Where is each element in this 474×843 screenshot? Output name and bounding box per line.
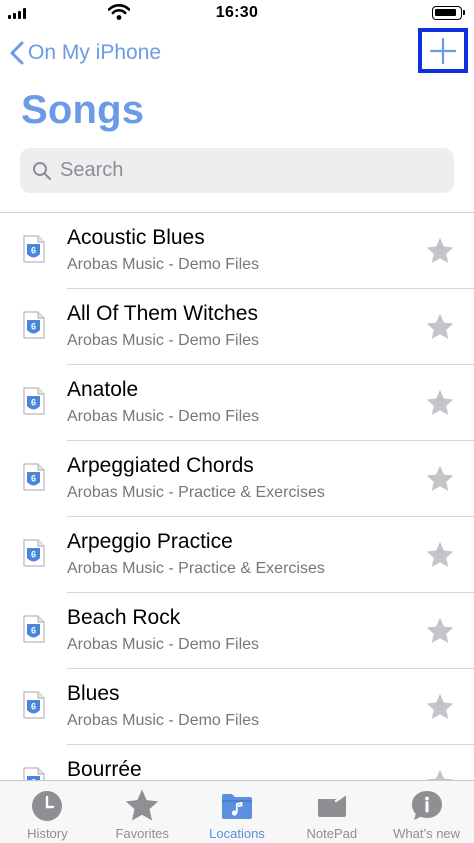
battery-icon [432,6,462,20]
guitar-pro-file-icon: 6 [23,235,45,263]
tab-label: What’s new [393,826,461,841]
song-row[interactable]: 6 Arpeggiated Chords Arobas Music - Prac… [0,441,474,517]
guitar-pro-file-icon: 6 [23,311,45,339]
song-row[interactable]: 6 Arpeggio Practice Arobas Music - Pract… [0,517,474,593]
song-title: Bourrée [67,758,142,780]
favorite-star-icon[interactable] [425,388,455,418]
song-title: Anatole [67,378,139,401]
song-row[interactable]: 6 Blues Arobas Music - Demo Files [0,669,474,745]
tab-locations[interactable]: Locations [190,781,285,843]
tab-label: History [27,826,68,841]
svg-text:6: 6 [31,398,36,408]
song-subtitle: Arobas Music - Practice & Exercises [67,560,325,577]
favorite-star-icon[interactable] [425,768,455,780]
favorite-star-icon[interactable] [425,692,455,722]
info-icon [411,791,442,820]
song-title: All Of Them Witches [67,302,258,325]
battery-cap [463,10,465,15]
guitar-pro-file-icon: 6 [23,463,45,491]
song-subtitle: Arobas Music - Demo Files [67,636,260,653]
tab-label: Favorites [115,826,169,841]
search-bar[interactable] [20,148,454,193]
tab-favorites[interactable]: Favorites [95,781,190,843]
tab-label: NotePad [306,826,358,841]
status-bar: 16:30 [0,0,474,26]
song-row[interactable]: 6 Bourrée [0,745,474,780]
svg-text:6: 6 [31,474,36,484]
tab-notepad[interactable]: NotePad [284,781,379,843]
favorite-star-icon[interactable] [425,540,455,570]
folder-music-icon [221,794,252,819]
song-title: Acoustic Blues [67,226,205,249]
status-time: 16:30 [215,4,259,21]
svg-text:6: 6 [31,322,36,332]
guitar-pro-file-icon: 6 [23,615,45,643]
song-title: Blues [67,682,120,705]
song-subtitle: Arobas Music - Demo Files [67,332,260,349]
svg-text:6: 6 [31,702,36,712]
favorite-star-icon[interactable] [425,464,455,494]
song-subtitle: Arobas Music - Practice & Exercises [67,484,325,501]
song-row[interactable]: 6 Anatole Arobas Music - Demo Files [0,365,474,441]
add-button[interactable] [418,28,468,73]
notepad-icon [317,792,347,817]
favorite-star-icon[interactable] [425,312,455,342]
svg-text:6: 6 [31,626,36,636]
guitar-pro-file-icon: 6 [23,691,45,719]
tab-whats-new[interactable]: What’s new [379,781,474,843]
guitar-pro-file-icon: 6 [23,539,45,567]
song-row[interactable]: 6 Acoustic Blues Arobas Music - Demo Fil… [0,213,474,289]
guitar-pro-file-icon: 6 [23,387,45,415]
svg-text:6: 6 [31,550,36,560]
chevron-left-icon [10,41,24,65]
back-label: On My iPhone [28,41,162,64]
song-title: Arpeggio Practice [67,530,233,553]
song-title: Beach Rock [67,606,181,629]
star-icon [125,789,159,821]
guitar-pro-file-icon: 6 [23,767,45,780]
plus-icon [430,37,456,64]
song-subtitle: Arobas Music - Demo Files [67,712,260,729]
song-list[interactable]: 6 Acoustic Blues Arobas Music - Demo Fil… [0,213,474,780]
back-button[interactable]: On My iPhone [10,38,161,68]
song-title: Arpeggiated Chords [67,454,254,477]
tab-history[interactable]: History [0,781,95,843]
favorite-star-icon[interactable] [425,616,455,646]
page-title: Songs [21,88,145,132]
tab-bar: History Favorites Locations NotePad What… [0,780,474,843]
song-subtitle: Arobas Music - Demo Files [67,256,260,273]
tab-label: Locations [209,826,265,841]
song-row[interactable]: 6 All Of Them Witches Arobas Music - Dem… [0,289,474,365]
clock-icon [32,791,63,821]
favorite-star-icon[interactable] [425,236,455,266]
svg-text:6: 6 [31,246,36,256]
song-row[interactable]: 6 Beach Rock Arobas Music - Demo Files [0,593,474,669]
search-icon [33,161,52,180]
search-input[interactable] [60,159,440,182]
song-subtitle: Arobas Music - Demo Files [67,408,260,425]
